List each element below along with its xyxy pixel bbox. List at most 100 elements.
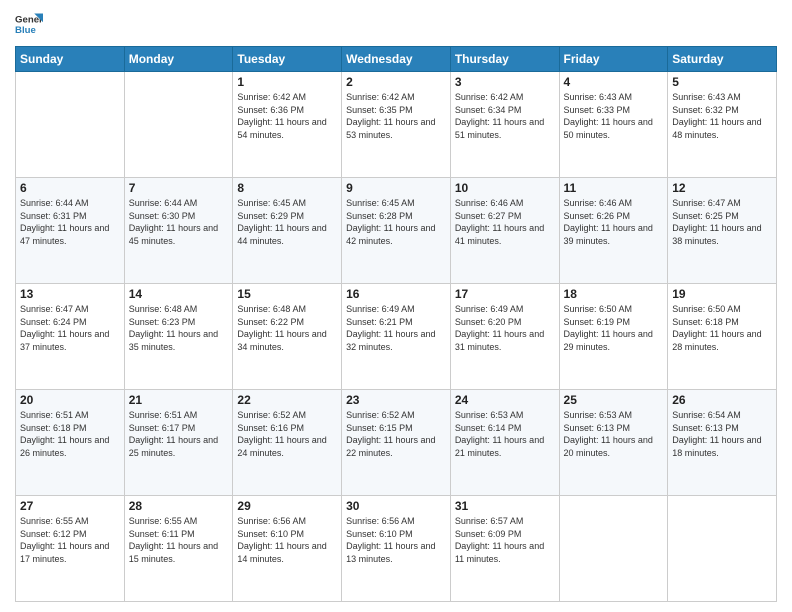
cell-info: Sunrise: 6:45 AM Sunset: 6:28 PM Dayligh… <box>346 197 446 247</box>
calendar-cell: 17 Sunrise: 6:49 AM Sunset: 6:20 PM Dayli… <box>450 284 559 390</box>
cell-info: Sunrise: 6:48 AM Sunset: 6:23 PM Dayligh… <box>129 303 229 353</box>
weekday-header-thursday: Thursday <box>450 47 559 72</box>
cell-info: Sunrise: 6:52 AM Sunset: 6:15 PM Dayligh… <box>346 409 446 459</box>
calendar-cell: 20Sunrise: 6:51 AM Sunset: 6:18 PM Dayli… <box>16 390 125 496</box>
calendar-cell <box>124 72 233 178</box>
day-number: 21 <box>129 393 229 407</box>
day-number: 6 <box>20 181 120 195</box>
day-number: 22 <box>237 393 337 407</box>
calendar-cell: 2 Sunrise: 6:42 AM Sunset: 6:35 PM Daylig… <box>342 72 451 178</box>
cell-info: Sunrise: 6:46 AM Sunset: 6:26 PM Dayligh… <box>564 197 664 247</box>
calendar-cell: 18Sunrise: 6:50 AM Sunset: 6:19 PM Dayli… <box>559 284 668 390</box>
cell-info: Sunrise: 6:51 AM Sunset: 6:17 PM Dayligh… <box>129 409 229 459</box>
cell-info: Sunrise: 6:43 AM Sunset: 6:33 PM Dayligh… <box>564 91 664 141</box>
cell-info: Sunrise: 6:50 AM Sunset: 6:19 PM Dayligh… <box>564 303 664 353</box>
day-number: 3 <box>455 75 555 89</box>
day-number: 9 <box>346 181 446 195</box>
cell-info: Sunrise: 6:46 AM Sunset: 6:27 PM Dayligh… <box>455 197 555 247</box>
calendar-cell: 11 Sunrise: 6:46 AM Sunset: 6:26 PM Dayli… <box>559 178 668 284</box>
cell-info: Sunrise: 6:50 AM Sunset: 6:18 PM Dayligh… <box>672 303 772 353</box>
calendar-cell: 25Sunrise: 6:53 AM Sunset: 6:13 PM Dayli… <box>559 390 668 496</box>
day-number: 24 <box>455 393 555 407</box>
cell-info: Sunrise: 6:53 AM Sunset: 6:13 PM Dayligh… <box>564 409 664 459</box>
day-number: 2 <box>346 75 446 89</box>
day-number: 30 <box>346 499 446 513</box>
weekday-header-row: SundayMondayTuesdayWednesdayThursdayFrid… <box>16 47 777 72</box>
cell-info: Sunrise: 6:49 AM Sunset: 6:21 PM Dayligh… <box>346 303 446 353</box>
day-number: 13 <box>20 287 120 301</box>
cell-info: Sunrise: 6:51 AM Sunset: 6:18 PM Dayligh… <box>20 409 120 459</box>
day-number: 17 <box>455 287 555 301</box>
calendar-cell: 3 Sunrise: 6:42 AM Sunset: 6:34 PM Daylig… <box>450 72 559 178</box>
weekday-header-friday: Friday <box>559 47 668 72</box>
day-number: 28 <box>129 499 229 513</box>
calendar-cell: 31 Sunrise: 6:57 AM Sunset: 6:09 PM Dayli… <box>450 496 559 602</box>
calendar-cell: 12 Sunrise: 6:47 AM Sunset: 6:25 PM Dayli… <box>668 178 777 284</box>
calendar-cell <box>559 496 668 602</box>
calendar-week-3: 13 Sunrise: 6:47 AM Sunset: 6:24 PM Dayli… <box>16 284 777 390</box>
cell-info: Sunrise: 6:47 AM Sunset: 6:25 PM Dayligh… <box>672 197 772 247</box>
calendar-cell: 23 Sunrise: 6:52 AM Sunset: 6:15 PM Dayli… <box>342 390 451 496</box>
calendar-cell: 8Sunrise: 6:45 AM Sunset: 6:29 PM Daylig… <box>233 178 342 284</box>
day-number: 19 <box>672 287 772 301</box>
calendar-cell: 4 Sunrise: 6:43 AM Sunset: 6:33 PM Daylig… <box>559 72 668 178</box>
calendar-cell: 9 Sunrise: 6:45 AM Sunset: 6:28 PM Daylig… <box>342 178 451 284</box>
cell-info: Sunrise: 6:57 AM Sunset: 6:09 PM Dayligh… <box>455 515 555 565</box>
calendar-cell: 15 Sunrise: 6:48 AM Sunset: 6:22 PM Dayli… <box>233 284 342 390</box>
svg-text:Blue: Blue <box>15 25 36 36</box>
calendar-week-4: 20Sunrise: 6:51 AM Sunset: 6:18 PM Dayli… <box>16 390 777 496</box>
cell-info: Sunrise: 6:42 AM Sunset: 6:36 PM Dayligh… <box>237 91 337 141</box>
calendar-cell: 16 Sunrise: 6:49 AM Sunset: 6:21 PM Dayli… <box>342 284 451 390</box>
calendar-cell: 7Sunrise: 6:44 AM Sunset: 6:30 PM Daylig… <box>124 178 233 284</box>
calendar-week-1: 1Sunrise: 6:42 AM Sunset: 6:36 PM Daylig… <box>16 72 777 178</box>
day-number: 8 <box>237 181 337 195</box>
cell-info: Sunrise: 6:56 AM Sunset: 6:10 PM Dayligh… <box>237 515 337 565</box>
weekday-header-monday: Monday <box>124 47 233 72</box>
day-number: 14 <box>129 287 229 301</box>
calendar-cell: 22 Sunrise: 6:52 AM Sunset: 6:16 PM Dayli… <box>233 390 342 496</box>
cell-info: Sunrise: 6:42 AM Sunset: 6:34 PM Dayligh… <box>455 91 555 141</box>
cell-info: Sunrise: 6:47 AM Sunset: 6:24 PM Dayligh… <box>20 303 120 353</box>
weekday-header-tuesday: Tuesday <box>233 47 342 72</box>
calendar-cell: 13 Sunrise: 6:47 AM Sunset: 6:24 PM Dayli… <box>16 284 125 390</box>
day-number: 29 <box>237 499 337 513</box>
day-number: 12 <box>672 181 772 195</box>
cell-info: Sunrise: 6:53 AM Sunset: 6:14 PM Dayligh… <box>455 409 555 459</box>
cell-info: Sunrise: 6:48 AM Sunset: 6:22 PM Dayligh… <box>237 303 337 353</box>
calendar-cell: 5Sunrise: 6:43 AM Sunset: 6:32 PM Daylig… <box>668 72 777 178</box>
calendar-cell: 14 Sunrise: 6:48 AM Sunset: 6:23 PM Dayli… <box>124 284 233 390</box>
calendar-cell <box>16 72 125 178</box>
calendar-cell: 28 Sunrise: 6:55 AM Sunset: 6:11 PM Dayli… <box>124 496 233 602</box>
logo-icon: General Blue <box>15 10 43 38</box>
day-number: 31 <box>455 499 555 513</box>
calendar-cell <box>668 496 777 602</box>
calendar-cell: 29 Sunrise: 6:56 AM Sunset: 6:10 PM Dayli… <box>233 496 342 602</box>
day-number: 11 <box>564 181 664 195</box>
calendar-week-2: 6Sunrise: 6:44 AM Sunset: 6:31 PM Daylig… <box>16 178 777 284</box>
day-number: 16 <box>346 287 446 301</box>
page: General Blue SundayMondayTuesdayWednesda… <box>0 0 792 612</box>
day-number: 15 <box>237 287 337 301</box>
calendar-cell: 30 Sunrise: 6:56 AM Sunset: 6:10 PM Dayli… <box>342 496 451 602</box>
cell-info: Sunrise: 6:54 AM Sunset: 6:13 PM Dayligh… <box>672 409 772 459</box>
cell-info: Sunrise: 6:49 AM Sunset: 6:20 PM Dayligh… <box>455 303 555 353</box>
cell-info: Sunrise: 6:55 AM Sunset: 6:11 PM Dayligh… <box>129 515 229 565</box>
calendar-week-5: 27Sunrise: 6:55 AM Sunset: 6:12 PM Dayli… <box>16 496 777 602</box>
cell-info: Sunrise: 6:56 AM Sunset: 6:10 PM Dayligh… <box>346 515 446 565</box>
calendar-cell: 6Sunrise: 6:44 AM Sunset: 6:31 PM Daylig… <box>16 178 125 284</box>
calendar-cell: 27Sunrise: 6:55 AM Sunset: 6:12 PM Dayli… <box>16 496 125 602</box>
cell-info: Sunrise: 6:52 AM Sunset: 6:16 PM Dayligh… <box>237 409 337 459</box>
calendar-cell: 10Sunrise: 6:46 AM Sunset: 6:27 PM Dayli… <box>450 178 559 284</box>
calendar-cell: 26 Sunrise: 6:54 AM Sunset: 6:13 PM Dayli… <box>668 390 777 496</box>
calendar-cell: 19 Sunrise: 6:50 AM Sunset: 6:18 PM Dayli… <box>668 284 777 390</box>
logo: General Blue <box>15 10 43 38</box>
cell-info: Sunrise: 6:42 AM Sunset: 6:35 PM Dayligh… <box>346 91 446 141</box>
day-number: 26 <box>672 393 772 407</box>
weekday-header-wednesday: Wednesday <box>342 47 451 72</box>
cell-info: Sunrise: 6:44 AM Sunset: 6:30 PM Dayligh… <box>129 197 229 247</box>
day-number: 23 <box>346 393 446 407</box>
weekday-header-sunday: Sunday <box>16 47 125 72</box>
day-number: 4 <box>564 75 664 89</box>
header: General Blue <box>15 10 777 38</box>
day-number: 5 <box>672 75 772 89</box>
